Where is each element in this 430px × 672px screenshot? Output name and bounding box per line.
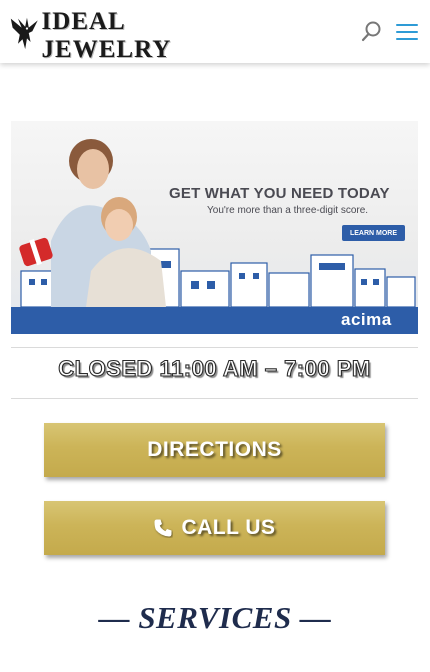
divider-top [11,347,418,348]
search-button[interactable] [361,20,383,42]
search-icon [361,21,381,42]
hamburger-menu-icon [396,31,418,33]
divider-bottom [11,398,418,399]
hamburger-menu-icon [396,38,418,40]
acima-banner[interactable]: GET WHAT YOU NEED TODAY You're more than… [11,121,418,334]
directions-label: DIRECTIONS [147,438,282,461]
banner-subheadline: You're more than a three-digit score. [207,205,369,216]
banner-headline: GET WHAT YOU NEED TODAY [169,185,390,202]
hamburger-menu-icon [396,24,418,26]
call-us-label: CALL US [181,516,276,539]
store-hours: CLOSED 11:00 AM – 7:00 PM [58,355,371,381]
logo-text: IDEAL JEWELRY [41,8,172,63]
services-heading: — SERVICES — [98,600,332,635]
menu-button[interactable] [396,24,418,42]
phone-icon [154,519,172,537]
acima-logo: acima [341,310,392,329]
directions-button[interactable]: DIRECTIONS [44,423,385,477]
eagle-icon [10,17,38,50]
call-us-button[interactable]: CALL US [44,501,385,555]
site-header: IDEAL JEWELRY [0,0,430,63]
site-logo[interactable]: IDEAL JEWELRY [9,8,239,63]
learn-more-button[interactable]: LEARN MORE [342,225,405,241]
